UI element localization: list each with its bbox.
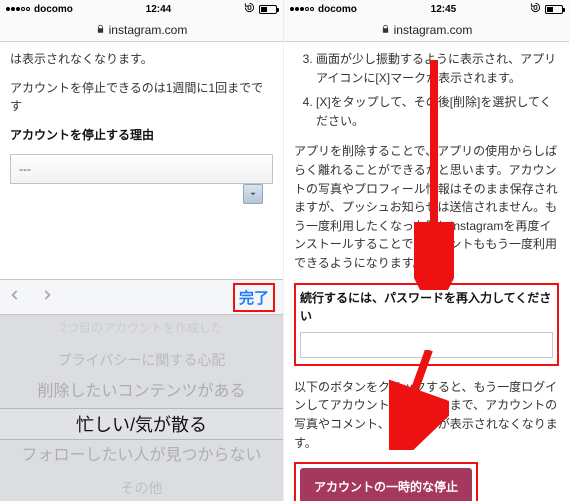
clock: 12:45 [431, 4, 457, 15]
picker-option[interactable]: 2つ目のアカウントを作成した [0, 315, 283, 344]
note-paragraph: 以下のボタンをクリックすると、もう一度ログインしてアカウントを再開するまで、アカ… [294, 378, 559, 452]
url-text: instagram.com [394, 23, 473, 37]
picker-prev-icon[interactable] [8, 286, 22, 309]
signal-dots-icon [6, 7, 30, 11]
signal-dots-icon [290, 7, 314, 11]
lock-icon [381, 23, 390, 37]
reason-select[interactable]: --- [10, 154, 273, 184]
picker-option-selected[interactable]: 忙しい/気が散る [0, 408, 283, 440]
url-bar[interactable]: instagram.com [0, 18, 283, 42]
url-bar[interactable]: instagram.com [284, 18, 569, 42]
orientation-lock-icon [530, 2, 541, 16]
chevron-down-icon[interactable] [243, 184, 263, 204]
clock: 12:44 [146, 4, 172, 15]
status-bar: docomo 12:45 [284, 0, 569, 18]
battery-icon [545, 5, 563, 14]
picker-option[interactable]: 削除したいコンテンツがある [0, 376, 283, 408]
step-4: [X]をタップして、その後[削除]を選択してください。 [316, 93, 559, 130]
picker-option[interactable]: その他 [0, 472, 283, 501]
lock-icon [96, 23, 105, 37]
action-highlight-box: アカウントの一時的な停止 [294, 462, 478, 501]
section-title: アカウントを停止する理由 [10, 126, 273, 145]
battery-icon [259, 5, 277, 14]
picker-wheel[interactable]: 2つ目のアカウントを作成した プライバシーに関する心配 削除したいコンテンツがあ… [0, 315, 283, 501]
orientation-lock-icon [244, 2, 255, 16]
disable-account-button[interactable]: アカウントの一時的な停止 [300, 468, 472, 501]
picker-toolbar: 完了 [0, 279, 283, 315]
picker-option[interactable]: プライバシーに関する心配 [0, 344, 283, 376]
carrier-label: docomo [318, 4, 357, 15]
intro-line-1: は表示されなくなります。 [10, 50, 273, 69]
explanation-paragraph: アプリを削除することで、アプリの使用からしばらく離れることができるかと思います。… [294, 142, 559, 272]
url-text: instagram.com [109, 23, 188, 37]
password-input[interactable] [300, 332, 553, 358]
picker-done-button[interactable]: 完了 [233, 283, 275, 312]
left-phone-screen: docomo 12:44 instagram.com は表示されなくなります。 … [0, 0, 284, 501]
intro-line-2: アカウントを停止できるのは1週間に1回までです [10, 79, 273, 116]
steps-list: 画面が少し振動するように表示され、アプリアイコンに[X]マークが表示されます。 … [294, 50, 559, 130]
reason-select-value: --- [19, 160, 31, 179]
picker-option[interactable]: フォローしたい人が見つからない [0, 440, 283, 472]
right-phone-screen: docomo 12:45 instagram.com 画面が少し振動するように表… [284, 0, 569, 501]
carrier-label: docomo [34, 4, 73, 15]
password-prompt: 続行するには、パスワードを再入力してください [300, 289, 553, 326]
password-highlight-box: 続行するには、パスワードを再入力してください [294, 283, 559, 366]
step-3: 画面が少し振動するように表示され、アプリアイコンに[X]マークが表示されます。 [316, 50, 559, 87]
picker-next-icon[interactable] [40, 286, 54, 309]
status-bar: docomo 12:44 [0, 0, 283, 18]
